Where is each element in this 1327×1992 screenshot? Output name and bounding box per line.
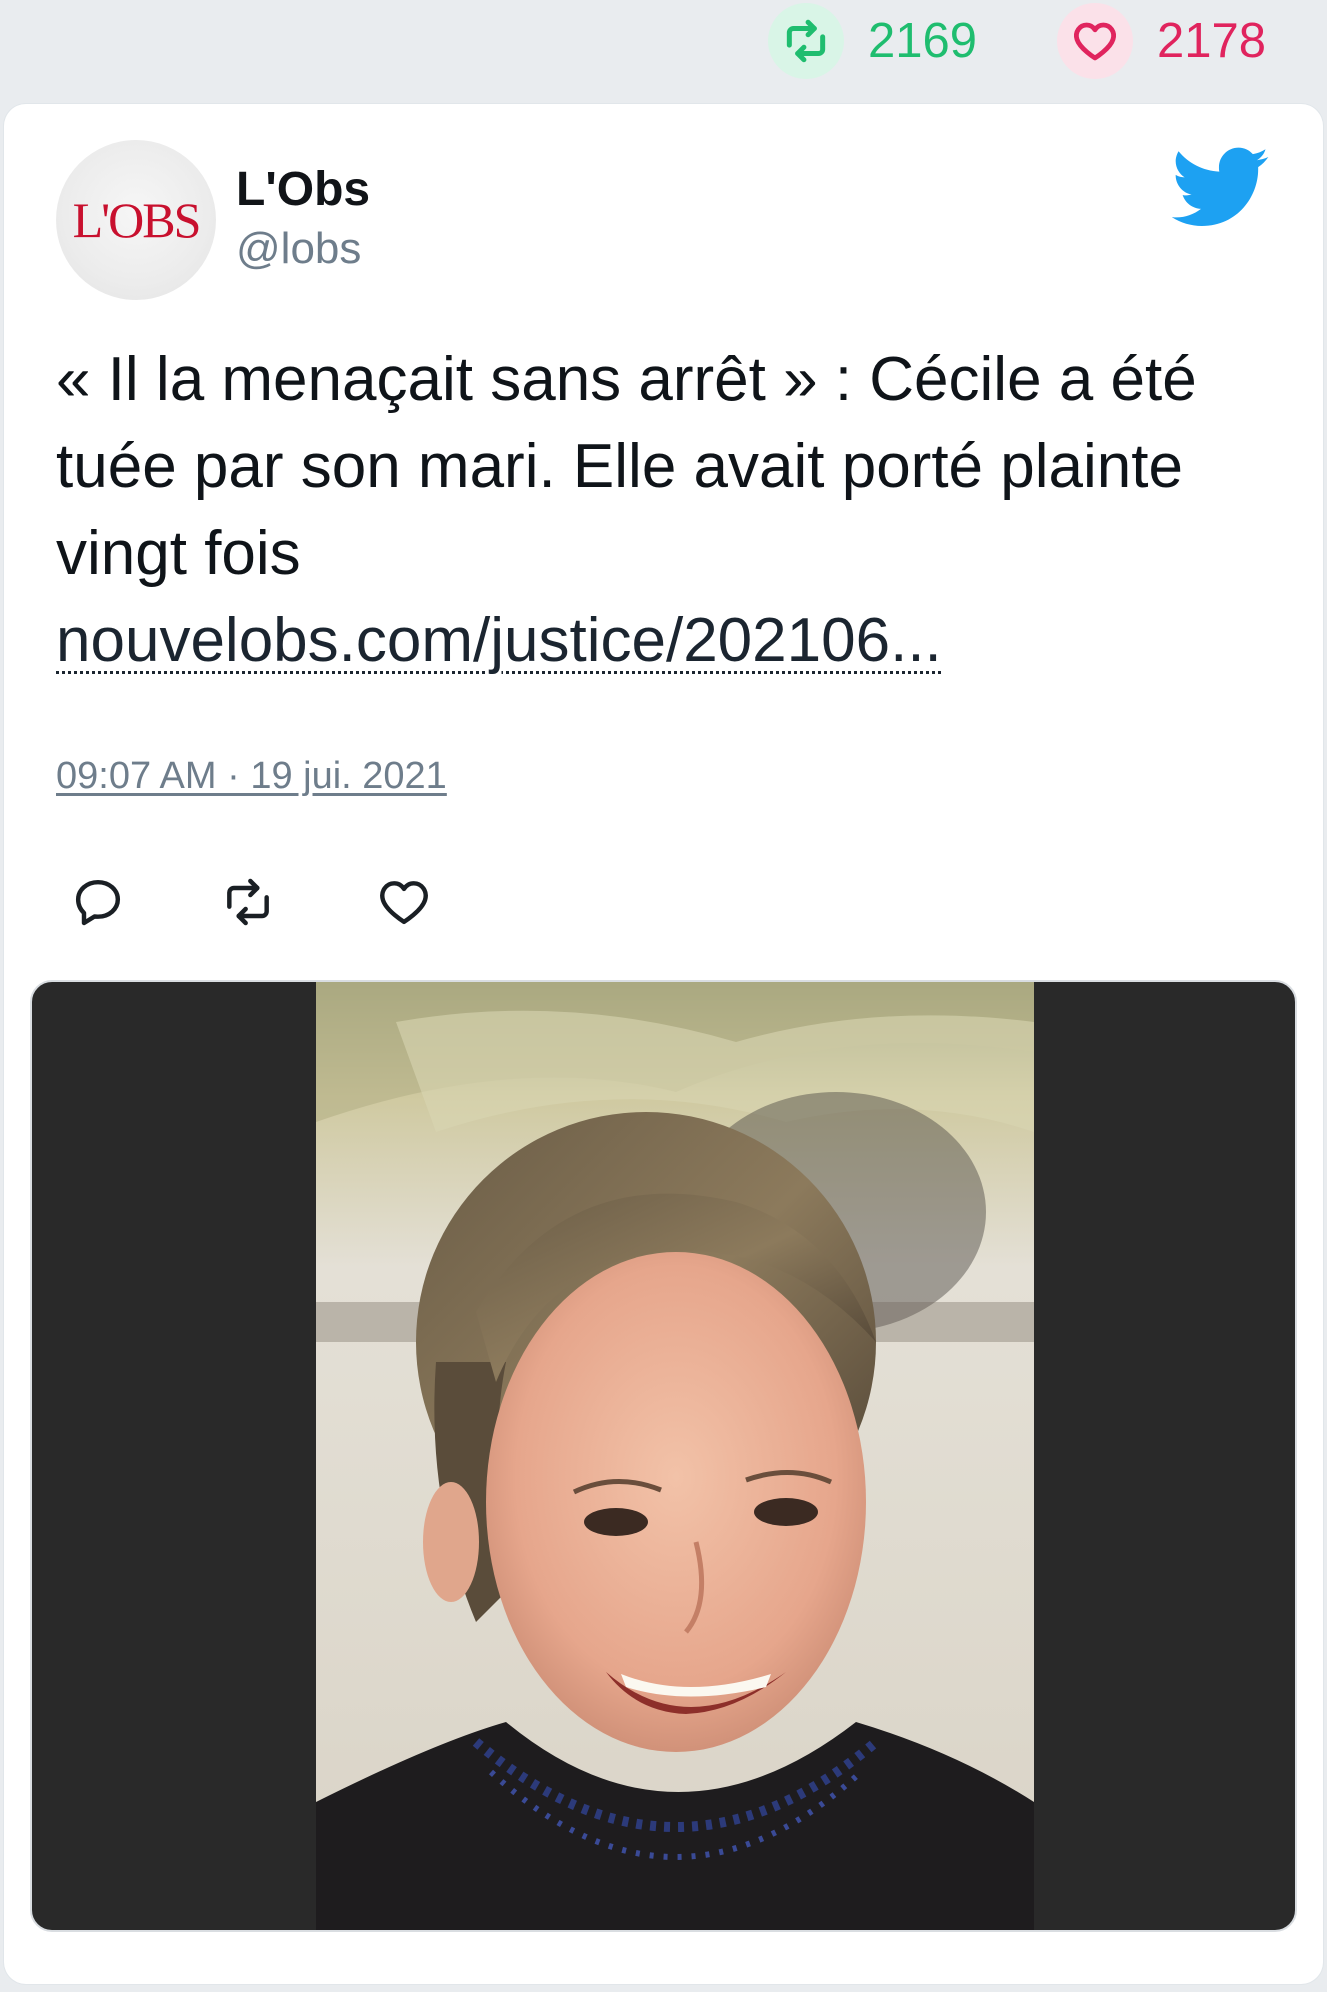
retweet-stat[interactable]: 2169 [768, 0, 977, 82]
author-handle[interactable]: @lobs [236, 224, 361, 275]
twitter-bird-icon[interactable] [1172, 146, 1270, 230]
tweet-photo [316, 982, 1034, 1930]
reply-icon[interactable] [70, 874, 126, 930]
avatar-logo: L'OBS [72, 192, 202, 248]
author-display-name[interactable]: L'Obs [236, 162, 370, 217]
retweet-icon[interactable] [220, 874, 276, 930]
retweet-count: 2169 [868, 13, 978, 68]
like-stat[interactable]: 2178 [1057, 0, 1266, 82]
avatar[interactable]: L'OBS [56, 140, 216, 300]
retweet-stat-icon [768, 3, 844, 79]
tweet-media[interactable] [30, 980, 1297, 1932]
heart-icon[interactable] [376, 874, 432, 930]
tweet-timestamp[interactable]: 09:07 AM · 19 jui. 2021 [56, 754, 447, 800]
tweet-card: L'OBS L'Obs @lobs « Il la menaçait sans … [4, 104, 1323, 1984]
like-count: 2178 [1157, 13, 1267, 68]
tweet-link[interactable]: nouvelobs.com/justice/202106... [56, 597, 942, 684]
tweet-stats-bar: 2169 2178 [0, 0, 1327, 92]
tweet-text: « Il la menaçait sans arrêt » : Cécile a… [56, 336, 1236, 684]
like-stat-icon [1057, 3, 1133, 79]
tweet-body: « Il la menaçait sans arrêt » : Cécile a… [56, 345, 1197, 588]
